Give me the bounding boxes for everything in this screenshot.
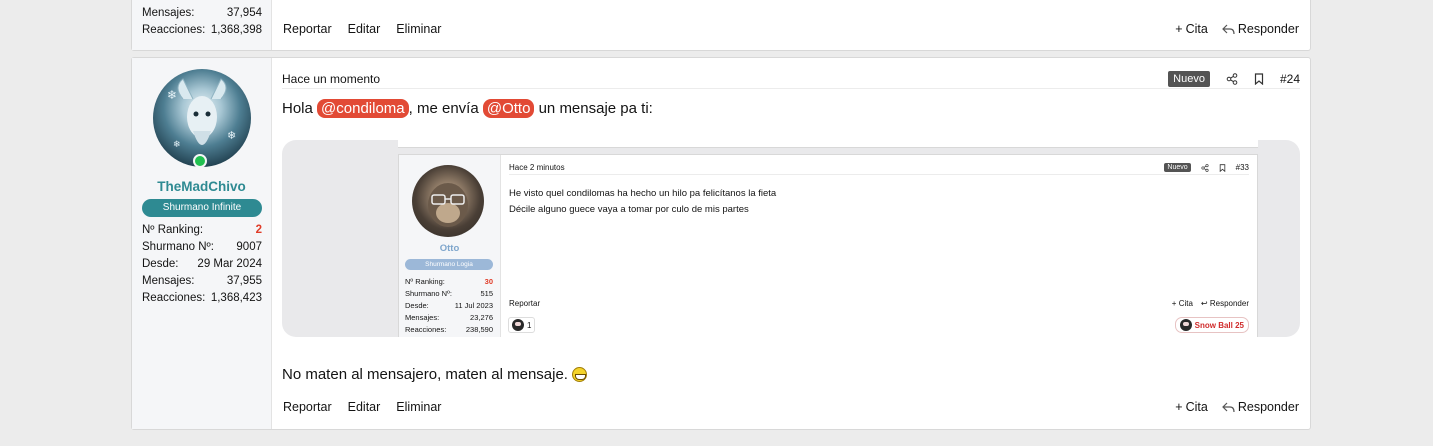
user-title-badge: Shurmano Infinite [142,199,262,217]
embedded-actions: Reportar + Cita ↩ Responder [509,299,1249,308]
previous-post: Mensajes: 37,954 Reacciones: 1,368,398 Rep… [131,0,1311,51]
post-meta: Hace un momento Nuevo #24 [282,69,1300,89]
embedded-message: He visto quel condilomas ha hecho un hil… [509,188,777,215]
prev-post-actions: Reportar Editar Eliminar + Cita Responder [283,22,1299,36]
plus-icon: + [1175,400,1183,414]
post-time[interactable]: Hace un momento [282,72,380,86]
delete-link[interactable]: Eliminar [396,400,441,414]
mention-otto[interactable]: @Otto [482,99,535,118]
online-indicator [193,154,207,168]
snowball-face-icon [1179,319,1192,331]
share-icon [1226,72,1238,85]
embedded-post-number: #33 [1235,163,1249,172]
embedded-prev-edge [398,140,1258,148]
svg-text:❄: ❄ [227,130,236,142]
embedded-avatar [412,165,484,237]
embedded-user-column: Otto Shurmano Logia Nº Ranking: 30 Shurma… [399,155,501,337]
prev-user-stats: Mensajes: 37,954 Reacciones: 1,368,398 [142,7,262,36]
embedded-username: Otto [439,243,460,254]
quote-button[interactable]: + Cita [1175,22,1208,36]
embedded-user-title: Shurmano Logia [405,259,493,270]
embedded-bookmark-icon [1219,163,1225,172]
new-badge: Nuevo [1168,70,1210,87]
post-closing: No maten al mensajero, maten al mensaje. [282,366,587,383]
reply-icon [1221,402,1235,412]
post: ❄ ❄ ❄ TheMadChivo Shurmano Infinite Nº R… [131,57,1311,430]
user-stats: Nº Ranking: 2 Shurmano Nº: 9007 Desde: 29 M… [142,224,262,304]
post-message: Hola @condiloma, me envía @Otto un mensa… [282,99,653,118]
report-link[interactable]: Reportar [283,22,332,36]
embedded-share-icon [1201,163,1209,172]
post-number[interactable]: #24 [1280,72,1300,86]
plus-icon: + [1175,22,1183,36]
report-link[interactable]: Reportar [283,400,332,414]
embedded-reaction: 1 [508,317,536,333]
goat-icon: ❄ ❄ ❄ [167,78,236,149]
embedded-time: Hace 2 minutos [509,163,565,172]
share-button[interactable] [1226,72,1238,85]
reply-button[interactable]: Responder [1221,400,1299,414]
username[interactable]: TheMadChivo [132,179,271,194]
embedded-screenshot[interactable]: Otto Shurmano Logia Nº Ranking: 30 Shurma… [282,140,1300,337]
delete-link[interactable]: Eliminar [396,22,441,36]
embedded-meta: Hace 2 minutos Nuevo #33 [509,161,1249,175]
prev-user-column: Mensajes: 37,954 Reacciones: 1,368,398 [132,0,272,50]
reply-icon [1221,24,1235,34]
reply-button[interactable]: Responder [1221,22,1299,36]
reaction-face-icon [512,319,524,331]
mention-condiloma[interactable]: @condiloma [317,99,409,118]
embedded-new-badge: Nuevo [1164,163,1191,172]
embedded-quote: + Cita [1171,299,1193,308]
grin-smiley-icon [571,367,587,382]
svg-text:❄: ❄ [167,88,177,102]
embedded-post: Otto Shurmano Logia Nº Ranking: 30 Shurma… [398,154,1258,337]
user-column: ❄ ❄ ❄ TheMadChivo Shurmano Infinite Nº R… [132,58,272,429]
avatar[interactable]: ❄ ❄ ❄ [153,69,251,167]
embedded-user-stats: Nº Ranking: 30 Shurmano Nº: 515 Desde: 11 J… [405,277,493,334]
chimp-icon [428,183,468,227]
quote-button[interactable]: + Cita [1175,400,1208,414]
bookmark-icon [1254,72,1264,85]
edit-link[interactable]: Editar [348,400,381,414]
bookmark-button[interactable] [1254,72,1264,85]
snowball-badge: Snow Ball 25 [1174,317,1249,333]
post-actions: Reportar Editar Eliminar + Cita Responder [283,400,1299,414]
embedded-report: Reportar [509,299,541,308]
svg-text:❄: ❄ [173,139,181,149]
embedded-reply: ↩ Responder [1200,299,1249,308]
edit-link[interactable]: Editar [348,22,381,36]
